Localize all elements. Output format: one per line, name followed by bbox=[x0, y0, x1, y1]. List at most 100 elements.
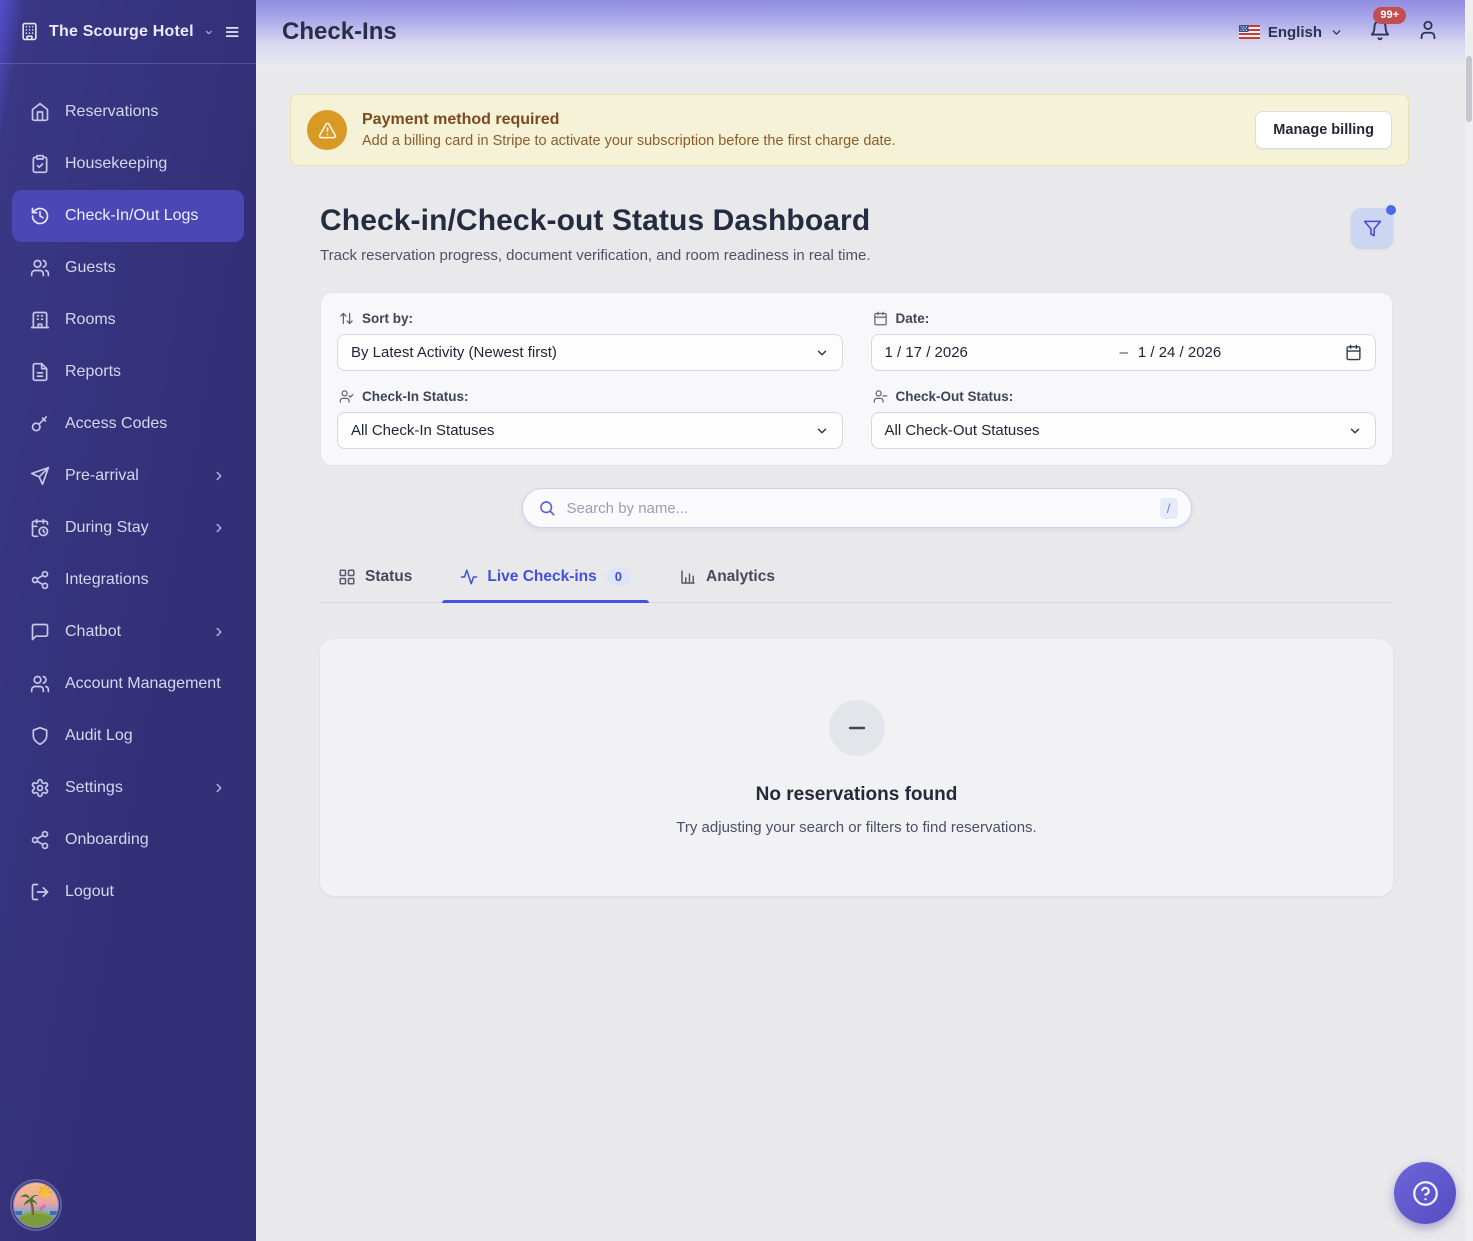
scrollbar-thumb[interactable] bbox=[1466, 56, 1472, 122]
notification-badge: 99+ bbox=[1373, 7, 1406, 24]
sidebar-item-reports[interactable]: Reports bbox=[12, 346, 244, 398]
search-shortcut-badge: / bbox=[1160, 498, 1178, 519]
manage-billing-button[interactable]: Manage billing bbox=[1255, 111, 1392, 149]
menu-icon[interactable] bbox=[224, 21, 240, 43]
checkin-value: All Check-In Statuses bbox=[351, 422, 494, 439]
dashboard-section: Check-in/Check-out Status Dashboard Trac… bbox=[256, 166, 1473, 896]
share-icon bbox=[30, 570, 50, 590]
chevron-right-icon bbox=[212, 625, 226, 639]
banner-title: Payment method required bbox=[362, 111, 896, 129]
sort-value: By Latest Activity (Newest first) bbox=[351, 344, 557, 361]
sidebar-item-rooms[interactable]: Rooms bbox=[12, 294, 244, 346]
date-label-row: Date: bbox=[873, 311, 1377, 326]
checkout-label: Check-Out Status: bbox=[896, 389, 1014, 404]
tab-label: Live Check-ins bbox=[487, 568, 596, 586]
sidebar-item-chatbot[interactable]: Chatbot bbox=[12, 606, 244, 658]
language-label: English bbox=[1268, 24, 1322, 41]
hotel-name: The Scourge Hotel bbox=[49, 23, 194, 41]
sidebar-item-settings[interactable]: Settings bbox=[12, 762, 244, 814]
sidebar-item-onboarding[interactable]: Onboarding bbox=[12, 814, 244, 866]
date-end-value: 1 / 24 / 2026 bbox=[1138, 344, 1221, 361]
activity-icon bbox=[460, 568, 478, 586]
help-circle-icon bbox=[1412, 1180, 1439, 1207]
search-bar[interactable]: / bbox=[522, 488, 1192, 528]
checkin-label-row: Check-In Status: bbox=[339, 389, 843, 404]
sidebar-item-integrations[interactable]: Integrations bbox=[12, 554, 244, 606]
sidebar-item-label: Settings bbox=[65, 779, 123, 797]
share-icon bbox=[30, 830, 50, 850]
help-button[interactable] bbox=[1394, 1162, 1456, 1224]
sidebar-item-audit-log[interactable]: Audit Log bbox=[12, 710, 244, 762]
empty-state-card: No reservations found Try adjusting your… bbox=[320, 639, 1393, 896]
minus-icon bbox=[845, 716, 869, 740]
sidebar-item-label: Reservations bbox=[65, 103, 158, 121]
payment-warning-banner: Payment method required Add a billing ca… bbox=[290, 94, 1409, 166]
filter-funnel-icon bbox=[1363, 219, 1382, 238]
sidebar-item-label: Housekeeping bbox=[65, 155, 167, 173]
sidebar-item-access-codes[interactable]: Access Codes bbox=[12, 398, 244, 450]
sidebar-item-label: Rooms bbox=[65, 311, 116, 329]
chevron-down-icon bbox=[1330, 26, 1343, 39]
sidebar-item-label: Check-In/Out Logs bbox=[65, 207, 198, 225]
bar-chart-icon bbox=[679, 568, 697, 586]
tab-live-check-ins[interactable]: Live Check-ins 0 bbox=[442, 554, 649, 602]
sidebar-item-reservations[interactable]: Reservations bbox=[12, 86, 244, 138]
logout-icon bbox=[30, 882, 50, 902]
shield-icon bbox=[30, 726, 50, 746]
sidebar-item-pre-arrival[interactable]: Pre-arrival bbox=[12, 450, 244, 502]
sidebar-item-label: Account Management bbox=[65, 675, 221, 693]
filter-active-dot bbox=[1386, 205, 1396, 215]
date-range-input[interactable]: 1 / 17 / 2026 – 1 / 24 / 2026 bbox=[871, 334, 1377, 371]
sidebar-item-housekeeping[interactable]: Housekeeping bbox=[12, 138, 244, 190]
sidebar-item-guests[interactable]: Guests bbox=[12, 242, 244, 294]
sidebar-item-label: Audit Log bbox=[65, 727, 133, 745]
user-menu-button[interactable] bbox=[1417, 19, 1439, 46]
chevron-right-icon bbox=[212, 469, 226, 483]
sort-select[interactable]: By Latest Activity (Newest first) bbox=[337, 334, 843, 371]
filter-toggle-button[interactable] bbox=[1351, 208, 1393, 248]
sidebar-item-logout[interactable]: Logout bbox=[12, 866, 244, 918]
language-selector[interactable]: English bbox=[1239, 24, 1343, 41]
dashboard-titles: Check-in/Check-out Status Dashboard Trac… bbox=[320, 204, 871, 264]
sidebar-item-during-stay[interactable]: During Stay bbox=[12, 502, 244, 554]
users-icon bbox=[30, 258, 50, 278]
chevron-down-icon bbox=[815, 346, 829, 360]
message-icon bbox=[30, 622, 50, 642]
home-icon bbox=[30, 102, 50, 122]
sort-label: Sort by: bbox=[362, 311, 413, 326]
file-text-icon bbox=[30, 362, 50, 382]
search-row: / bbox=[320, 488, 1393, 528]
gear-icon bbox=[30, 778, 50, 798]
checkout-status-field: Check-Out Status: All Check-Out Statuses bbox=[871, 389, 1377, 449]
sidebar: The Scourge Hotel Reservations Housekeep… bbox=[0, 0, 256, 1241]
search-input[interactable] bbox=[567, 500, 1149, 517]
tab-label: Analytics bbox=[706, 568, 775, 586]
profile-avatar[interactable] bbox=[12, 1181, 60, 1229]
user-minus-icon bbox=[873, 389, 888, 404]
tab-label: Status bbox=[365, 568, 412, 586]
tab-analytics[interactable]: Analytics bbox=[661, 554, 793, 602]
sidebar-item-checkinout-logs[interactable]: Check-In/Out Logs bbox=[12, 190, 244, 242]
sidebar-item-account-management[interactable]: Account Management bbox=[12, 658, 244, 710]
banner-text: Payment method required Add a billing ca… bbox=[362, 111, 896, 149]
grid-icon bbox=[338, 568, 356, 586]
sort-arrows-icon bbox=[339, 311, 354, 326]
hotel-switcher[interactable]: The Scourge Hotel bbox=[0, 0, 256, 64]
calendar-icon[interactable] bbox=[1345, 344, 1362, 361]
main-content: Check-Ins English 99+ bbox=[256, 0, 1473, 1241]
sidebar-item-label: Logout bbox=[65, 883, 114, 901]
date-range-separator: – bbox=[1120, 344, 1128, 361]
sidebar-item-label: Chatbot bbox=[65, 623, 121, 641]
notifications-button[interactable]: 99+ bbox=[1369, 19, 1391, 46]
tab-status[interactable]: Status bbox=[320, 554, 430, 602]
sidebar-item-label: Integrations bbox=[65, 571, 149, 589]
search-icon bbox=[538, 499, 556, 517]
empty-state-icon-circle bbox=[829, 700, 885, 756]
user-check-icon bbox=[339, 389, 354, 404]
scrollbar-track[interactable] bbox=[1465, 0, 1473, 1241]
date-start-value: 1 / 17 / 2026 bbox=[885, 344, 1120, 361]
sidebar-item-label: Guests bbox=[65, 259, 116, 277]
checkin-status-select[interactable]: All Check-In Statuses bbox=[337, 412, 843, 449]
sidebar-item-label: Pre-arrival bbox=[65, 467, 139, 485]
checkout-status-select[interactable]: All Check-Out Statuses bbox=[871, 412, 1377, 449]
